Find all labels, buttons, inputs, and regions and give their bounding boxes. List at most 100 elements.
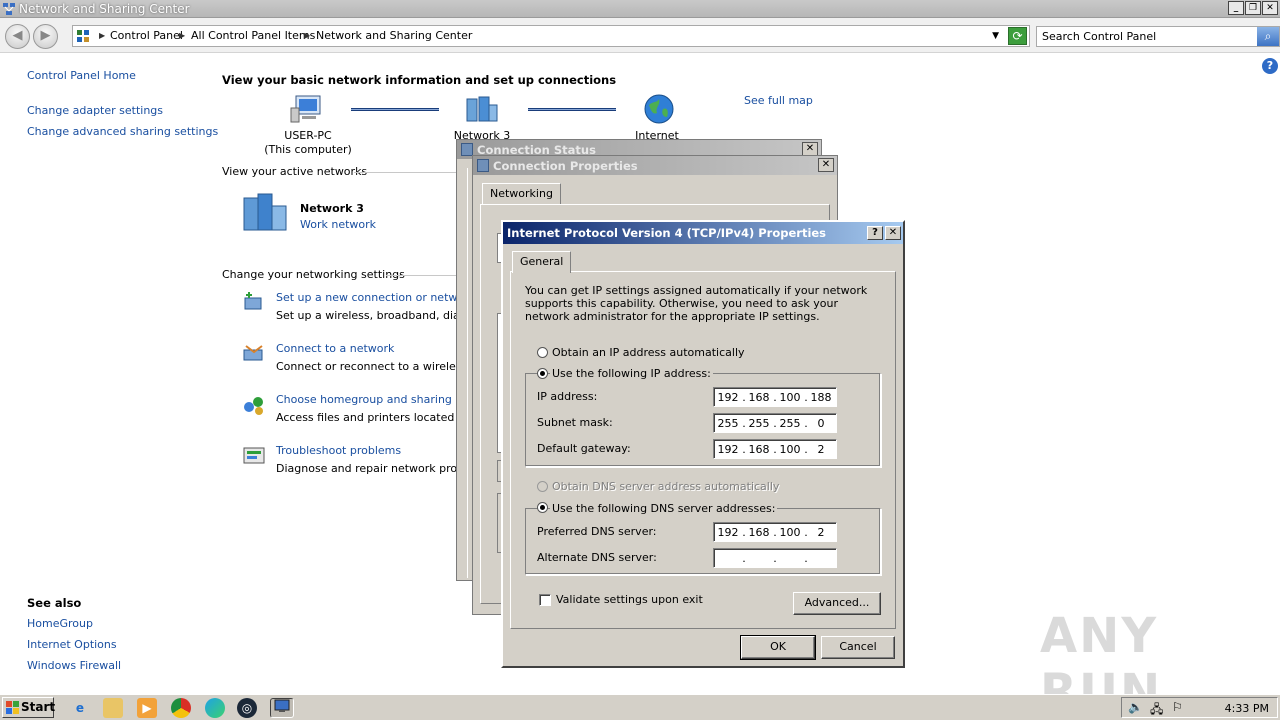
validate-settings-checkbox[interactable] <box>539 594 551 606</box>
dns-octet[interactable]: 2 <box>809 526 833 539</box>
system-tray: 🔈 🖧 ⚐ 4:33 PM <box>1121 697 1278 718</box>
change-advanced-sharing-link[interactable]: Change advanced sharing settings <box>27 125 218 138</box>
start-button[interactable]: Start <box>2 697 56 718</box>
chevron-down-icon[interactable]: ▼ <box>992 31 999 41</box>
connect-network-link[interactable]: Connect to a network <box>276 342 394 355</box>
control-panel-icon <box>77 30 89 42</box>
breadcrumb-network-sharing[interactable]: Network and Sharing Center <box>316 29 472 42</box>
volume-icon[interactable]: 🔈 <box>1128 700 1143 714</box>
close-button[interactable]: ✕ <box>818 158 834 172</box>
internet-options-link[interactable]: Internet Options <box>27 638 117 651</box>
network-tray-icon[interactable]: 🖧 <box>1150 700 1163 720</box>
forward-button[interactable]: ▶ <box>33 24 58 49</box>
chevron-right-icon[interactable]: ▶ <box>99 31 105 40</box>
edge-icon[interactable] <box>205 698 225 718</box>
preferred-dns-field[interactable]: 192. 168. 100. 2 <box>713 522 837 542</box>
change-adapter-settings-link[interactable]: Change adapter settings <box>27 104 163 117</box>
gateway-octet[interactable]: 168 <box>747 443 771 456</box>
tab-general[interactable]: General <box>512 251 572 273</box>
back-button[interactable]: ◀ <box>5 24 30 49</box>
dns-octet[interactable]: 168 <box>747 526 771 539</box>
breadcrumb-all-items[interactable]: All Control Panel Items <box>191 29 315 42</box>
ipv4-properties-dialog: Internet Protocol Version 4 (TCP/IPv4) P… <box>501 220 905 668</box>
gateway-octet[interactable]: 192 <box>716 443 740 456</box>
internet-explorer-icon[interactable]: e <box>70 698 90 718</box>
start-label: Start <box>21 700 56 714</box>
control-panel-home-link[interactable]: Control Panel Home <box>27 69 136 82</box>
mask-octet[interactable]: 255 <box>747 417 771 430</box>
see-also-heading: See also <box>27 596 82 610</box>
alternate-dns-field[interactable]: . . . <box>713 548 837 568</box>
dns-octet[interactable]: 192 <box>716 526 740 539</box>
use-following-ip-label[interactable]: Use the following IP address: <box>550 367 713 380</box>
setup-connection-link[interactable]: Set up a new connection or network <box>276 291 475 304</box>
window-title: Network and Sharing Center <box>19 2 190 16</box>
work-network-icon <box>243 193 287 231</box>
ip-octet[interactable]: 168 <box>747 391 771 404</box>
dns-octet[interactable]: 100 <box>778 526 802 539</box>
file-explorer-icon[interactable] <box>103 698 123 718</box>
default-gateway-label: Default gateway: <box>537 442 631 455</box>
windows-firewall-link[interactable]: Windows Firewall <box>27 659 121 672</box>
subnet-mask-label: Subnet mask: <box>537 416 613 429</box>
search-input[interactable]: Search Control Panel <box>1042 30 1156 43</box>
homegroup-sharing-link[interactable]: Choose homegroup and sharing optio <box>276 393 483 406</box>
tab-networking[interactable]: Networking <box>482 183 561 205</box>
advanced-button[interactable]: Advanced... <box>793 592 881 615</box>
media-player-icon[interactable]: ▶ <box>137 698 157 718</box>
close-button[interactable]: ✕ <box>885 226 901 240</box>
help-icon[interactable]: ? <box>1262 58 1278 74</box>
use-following-ip-radio[interactable] <box>537 368 548 379</box>
use-following-dns-label[interactable]: Use the following DNS server addresses: <box>550 502 778 515</box>
new-connection-icon <box>244 292 262 310</box>
obtain-ip-auto-radio[interactable] <box>537 347 548 358</box>
mask-octet[interactable]: 0 <box>809 417 833 430</box>
taskbar-clock[interactable]: 4:33 PM <box>1225 702 1269 715</box>
default-gateway-field[interactable]: 192. 168. 100. 2 <box>713 439 837 459</box>
breadcrumb-control-panel[interactable]: Control Panel <box>110 29 183 42</box>
section-divider <box>386 275 464 276</box>
search-icon[interactable]: ⌕ <box>1257 27 1279 46</box>
network-link-line <box>351 108 439 111</box>
ip-address-label: IP address: <box>537 390 598 403</box>
navigation-bar: ◀ ▶ ▶ Control Panel ▶ All Control Panel … <box>0 18 1280 53</box>
network-center-taskbar-button[interactable] <box>270 698 294 718</box>
active-network-name: Network 3 <box>300 202 364 215</box>
ip-address-field[interactable]: 192. 168. 100. 188 <box>713 387 837 407</box>
close-button[interactable]: ✕ <box>802 142 818 156</box>
restore-button[interactable]: ❐ <box>1245 1 1261 15</box>
chevron-right-icon[interactable]: ▶ <box>179 31 185 40</box>
ok-button[interactable]: OK <box>740 635 816 660</box>
obtain-ip-auto-label[interactable]: Obtain an IP address automatically <box>552 346 745 359</box>
search-box[interactable]: Search Control Panel ⌕ <box>1036 26 1280 47</box>
chevron-right-icon[interactable]: ▶ <box>304 31 310 40</box>
see-full-map-link[interactable]: See full map <box>744 94 813 107</box>
refresh-button[interactable]: ⟳ <box>1008 27 1027 45</box>
close-button[interactable]: ✕ <box>1262 1 1278 15</box>
mask-octet[interactable]: 255 <box>778 417 802 430</box>
help-button[interactable]: ? <box>867 226 883 240</box>
subnet-mask-field[interactable]: 255. 255. 255. 0 <box>713 413 837 433</box>
homegroup-link[interactable]: HomeGroup <box>27 617 93 630</box>
troubleshoot-link[interactable]: Troubleshoot problems <box>276 444 401 457</box>
obtain-dns-auto-label: Obtain DNS server address automatically <box>552 480 780 493</box>
use-following-dns-radio[interactable] <box>537 502 548 513</box>
map-node-computer[interactable]: USER-PC (This computer) <box>258 129 358 156</box>
chrome-icon[interactable] <box>171 698 191 718</box>
ip-octet[interactable]: 192 <box>716 391 740 404</box>
cancel-button[interactable]: Cancel <box>821 636 895 659</box>
gateway-octet[interactable]: 2 <box>809 443 833 456</box>
obtain-dns-auto-radio <box>537 481 548 492</box>
gateway-octet[interactable]: 100 <box>778 443 802 456</box>
ip-octet[interactable]: 188 <box>809 391 833 404</box>
ip-octet[interactable]: 100 <box>778 391 802 404</box>
mask-octet[interactable]: 255 <box>716 417 740 430</box>
connection-properties-titlebar: Connection Properties ✕ <box>473 156 837 175</box>
minimize-button[interactable]: _ <box>1228 1 1244 15</box>
validate-settings-label[interactable]: Validate settings upon exit <box>556 593 703 606</box>
network-type-link[interactable]: Work network <box>300 218 376 231</box>
action-center-flag-icon[interactable]: ⚐ <box>1172 700 1183 714</box>
steam-icon[interactable]: ◎ <box>237 698 257 718</box>
address-bar[interactable]: ▶ Control Panel ▶ All Control Panel Item… <box>72 25 1030 47</box>
setup-connection-desc: Set up a wireless, broadband, dial-up <box>276 309 481 322</box>
